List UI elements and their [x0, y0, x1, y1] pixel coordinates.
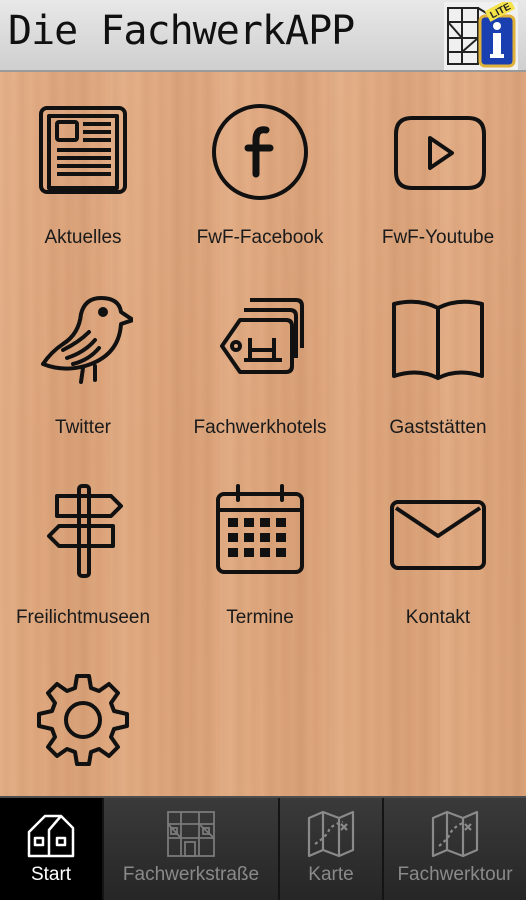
tile-label: Gaststätten: [389, 417, 487, 438]
tile-freilichtmuseen[interactable]: Freilichtmuseen: [0, 454, 171, 644]
tour-map-icon: [431, 810, 479, 858]
home-icon: [27, 814, 75, 858]
youtube-icon: [394, 116, 486, 190]
tile-label: Kontakt: [405, 607, 471, 628]
signpost-icon: [47, 484, 123, 578]
info-i-icon[interactable]: LITE: [444, 2, 518, 70]
app-header: Die FachwerkAPP LITE: [0, 0, 526, 72]
tile-termine[interactable]: Termine: [172, 454, 348, 644]
tile-label: FwF-Youtube: [381, 227, 495, 248]
hotel-tag-icon: [220, 298, 304, 374]
tab-fachwerkstrasse[interactable]: Fachwerkstraße: [104, 798, 280, 900]
calendar-icon: [216, 484, 304, 574]
tile-fwf-youtube[interactable]: FwF-Youtube: [350, 74, 526, 264]
tile-fwf-facebook[interactable]: FwF-Facebook: [172, 74, 348, 264]
tile-label: Aktuelles: [44, 227, 122, 248]
tab-label: Fachwerkstraße: [122, 864, 260, 885]
tab-label: Start: [30, 864, 72, 885]
tab-label: Karte: [308, 864, 354, 885]
newspaper-icon: [39, 106, 127, 194]
tab-label: Fachwerktour: [397, 864, 513, 885]
tab-bar: Start Fachwerkstraße Karte Fachwerktour: [0, 796, 526, 900]
app-title: Die FachwerkAPP: [8, 8, 355, 54]
envelope-icon: [390, 500, 486, 570]
tab-start[interactable]: Start: [0, 798, 104, 900]
tile-fachwerkhotels[interactable]: Fachwerkhotels: [172, 264, 348, 454]
tab-fachwerktour[interactable]: Fachwerktour: [384, 798, 526, 900]
tile-label: Termine: [226, 607, 294, 628]
tile-label: Freilichtmuseen: [15, 607, 151, 628]
tile-kontakt[interactable]: Kontakt: [350, 454, 526, 644]
gear-icon: [37, 674, 129, 766]
twitter-bird-icon: [41, 296, 133, 384]
timber-frame-house-icon: [167, 811, 215, 857]
facebook-icon: [212, 104, 308, 200]
tile-label: FwF-Facebook: [196, 227, 324, 248]
tile-label: Fachwerkhotels: [193, 417, 327, 438]
tile-label: Twitter: [55, 417, 111, 438]
map-icon: [307, 810, 355, 858]
open-book-icon: [392, 299, 484, 380]
tile-aktuelles[interactable]: Aktuelles: [0, 74, 171, 264]
tile-twitter[interactable]: Twitter: [0, 264, 171, 454]
tab-karte[interactable]: Karte: [280, 798, 384, 900]
tile-gaststaetten[interactable]: Gaststätten: [350, 264, 526, 454]
